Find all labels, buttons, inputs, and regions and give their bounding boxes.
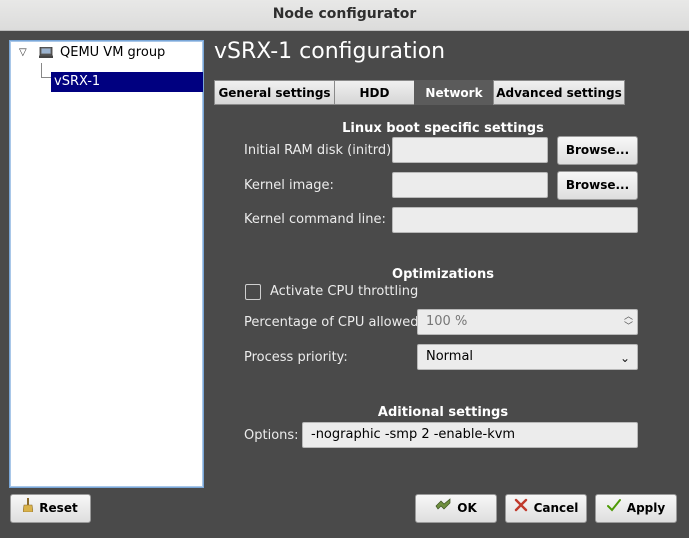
tab-hdd[interactable]: HDD bbox=[334, 80, 415, 105]
optimizations-section-title: Optimizations bbox=[392, 267, 494, 282]
reset-button-label: Reset bbox=[39, 501, 78, 515]
kernel-cmdline-input[interactable] bbox=[392, 207, 638, 233]
cpu-percent-label: Percentage of CPU allowed: bbox=[244, 315, 423, 330]
cancel-button-label: Cancel bbox=[533, 501, 579, 515]
chevron-down-icon: ⌄ bbox=[619, 351, 630, 365]
node-configurator-dialog: ▽ QEMU VM group vSRX-1 vSRX-1 configurat… bbox=[0, 31, 689, 538]
tab-advanced-settings[interactable]: Advanced settings bbox=[493, 80, 625, 105]
tree-item-vsrx-1[interactable]: vSRX-1 bbox=[51, 72, 203, 92]
ok-button-label: OK bbox=[457, 501, 477, 515]
node-tree[interactable]: ▽ QEMU VM group vSRX-1 bbox=[9, 40, 204, 488]
tab-network[interactable]: Network bbox=[414, 80, 494, 105]
window-title: Node configurator bbox=[272, 6, 417, 22]
kernel-cmdline-label: Kernel command line: bbox=[244, 212, 386, 227]
options-label: Options: bbox=[244, 428, 299, 443]
options-input[interactable]: -nographic -smp 2 -enable-kvm bbox=[302, 422, 638, 448]
cancel-button[interactable]: Cancel bbox=[505, 494, 587, 523]
process-priority-select[interactable]: Normal ⌄ bbox=[417, 344, 638, 370]
cancel-x-icon bbox=[514, 495, 528, 522]
tree-item-qemu-vm-group[interactable]: ▽ QEMU VM group bbox=[16, 43, 202, 63]
cpu-throttling-label: Activate CPU throttling bbox=[270, 284, 419, 299]
tree-group-label: QEMU VM group bbox=[60, 45, 166, 60]
kernel-image-input[interactable] bbox=[392, 172, 548, 198]
reset-button[interactable]: Reset bbox=[10, 494, 91, 523]
cpu-percent-spinbox[interactable]: 100 % ︿ ﹀ bbox=[417, 309, 638, 335]
broom-icon bbox=[22, 495, 34, 522]
ok-button[interactable]: OK bbox=[415, 494, 497, 523]
tree-item-label: vSRX-1 bbox=[54, 74, 101, 89]
settings-tabs: General settings HDD Network Advanced se… bbox=[214, 80, 625, 105]
ok-hand-icon bbox=[435, 495, 451, 522]
kernel-image-browse-button[interactable]: Browse... bbox=[557, 171, 638, 200]
tree-branch-line bbox=[41, 77, 51, 78]
cpu-throttling-checkbox[interactable] bbox=[245, 284, 261, 300]
spin-arrows-icon[interactable]: ︿ ﹀ bbox=[624, 312, 633, 332]
process-priority-value: Normal bbox=[426, 349, 474, 364]
checkmark-icon bbox=[606, 495, 621, 522]
computer-icon bbox=[39, 47, 53, 58]
window-title-bar: Node configurator bbox=[0, 0, 689, 31]
apply-button[interactable]: Apply bbox=[595, 494, 677, 523]
initrd-label: Initial RAM disk (initrd): bbox=[244, 143, 396, 158]
tree-branch-line bbox=[41, 63, 42, 77]
page-title: vSRX-1 configuration bbox=[214, 39, 446, 64]
tab-general-settings[interactable]: General settings bbox=[214, 80, 335, 105]
process-priority-label: Process priority: bbox=[244, 350, 348, 365]
linux-boot-section-title: Linux boot specific settings bbox=[342, 121, 544, 136]
collapse-arrow-icon[interactable]: ▽ bbox=[19, 43, 27, 63]
kernel-image-label: Kernel image: bbox=[244, 178, 334, 193]
additional-settings-section-title: Aditional settings bbox=[377, 405, 509, 420]
cpu-percent-value: 100 % bbox=[426, 314, 468, 329]
initrd-browse-button[interactable]: Browse... bbox=[557, 136, 638, 165]
initrd-input[interactable] bbox=[392, 137, 548, 163]
apply-button-label: Apply bbox=[626, 501, 666, 515]
